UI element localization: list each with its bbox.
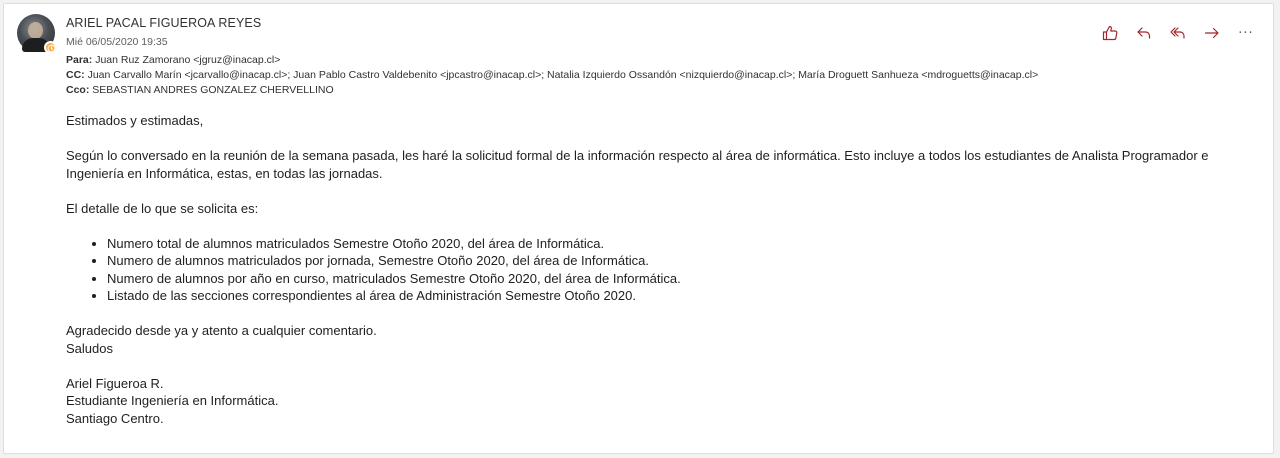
bcc-line: Cco: SEBASTIAN ANDRES GONZALEZ CHERVELLI… [66, 84, 334, 96]
signature-name: Ariel Figueroa R. [66, 375, 164, 391]
reply-button[interactable] [1133, 22, 1155, 44]
body-paragraph: Según lo conversado en la reunión de la … [66, 148, 1209, 181]
list-item: Numero de alumnos por año en curso, matr… [107, 270, 1246, 288]
avatar-photo-face [28, 22, 43, 39]
bcc-recipients[interactable]: SEBASTIAN ANDRES GONZALEZ CHERVELLINO [92, 84, 333, 96]
like-button[interactable] [1099, 22, 1121, 44]
away-status-icon [44, 41, 57, 54]
request-list: Numero total de alumnos matriculados Sem… [66, 235, 1246, 305]
more-icon: ··· [1238, 25, 1254, 41]
closing-line: Agradecido desde ya y atento a cualquier… [66, 323, 377, 338]
reply-all-button[interactable] [1167, 22, 1189, 44]
sent-datetime: Mié 06/05/2020 19:35 [66, 36, 168, 48]
sender-name[interactable]: ARIEL PACAL FIGUEROA REYES [66, 16, 261, 30]
list-item: Numero de alumnos matriculados por jorna… [107, 252, 1246, 270]
signature-title: Estudiante Ingeniería en Informática. [66, 393, 279, 408]
closing-salutation: Saludos [66, 340, 113, 356]
greeting: Estimados y estimadas, [66, 113, 204, 128]
forward-button[interactable] [1201, 22, 1223, 44]
message-actions-toolbar: ··· [1099, 22, 1257, 44]
signature-campus: Santiago Centro. [66, 410, 164, 426]
message-body: Estimados y estimadas, Según lo conversa… [66, 112, 1246, 427]
like-icon [1102, 25, 1118, 41]
list-item: Listado de las secciones correspondiente… [107, 287, 1246, 305]
reply-icon [1137, 27, 1151, 39]
to-recipients[interactable]: Juan Ruz Zamorano <jgruz@inacap.cl> [95, 54, 280, 66]
to-label: Para: [66, 54, 93, 66]
cc-label: CC: [66, 69, 85, 81]
message-reading-pane: ARIEL PACAL FIGUEROA REYES Mié 06/05/202… [3, 3, 1274, 454]
cc-recipients[interactable]: Juan Carvallo Marín <jcarvallo@inacap.cl… [88, 69, 1039, 81]
bcc-label: Cco: [66, 84, 90, 96]
reply-all-icon [1170, 27, 1185, 39]
forward-icon [1204, 27, 1219, 39]
avatar[interactable] [17, 14, 57, 54]
to-line: Para: Juan Ruz Zamorano <jgruz@inacap.cl… [66, 54, 280, 66]
list-item: Numero total de alumnos matriculados Sem… [107, 235, 1246, 253]
cc-line: CC: Juan Carvallo Marín <jcarvallo@inaca… [66, 69, 1038, 81]
detail-intro: El detalle de lo que se solicita es: [66, 200, 259, 216]
more-actions-button[interactable]: ··· [1235, 22, 1257, 44]
